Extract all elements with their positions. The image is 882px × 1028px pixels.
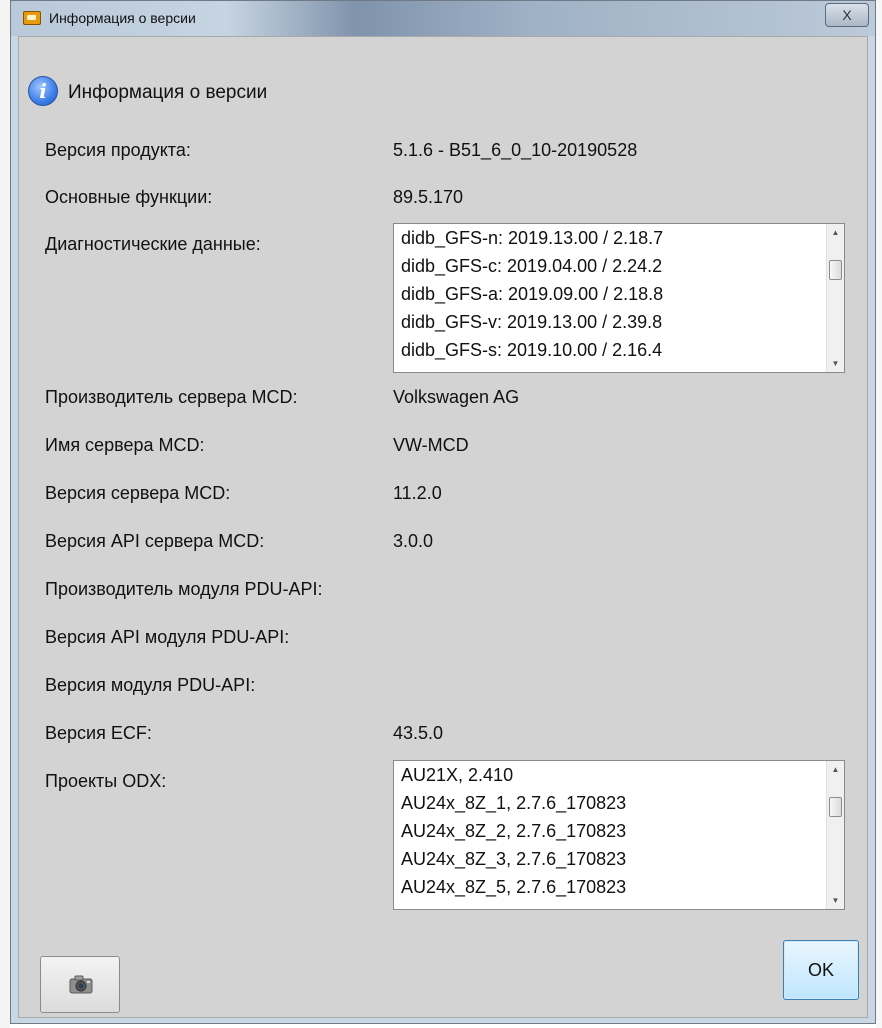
pdu-api-manufacturer-label: Производитель модуля PDU-API:	[45, 579, 323, 599]
mcd-server-manufacturer-label: Производитель сервера MCD:	[45, 387, 298, 407]
core-functions-label: Основные функции:	[45, 187, 213, 207]
odx-projects-label: Проекты ODX:	[45, 771, 167, 791]
diagnostic-data-listbox[interactable]: didb_GFS-n: 2019.13.00 / 2.18.7 didb_GFS…	[393, 223, 845, 373]
mcd-server-version-label: Версия сервера MCD:	[45, 483, 231, 503]
list-item[interactable]: AU21X, 2.410	[394, 761, 826, 789]
product-version-value: 5.1.6 - B51_6_0_10-20190528	[393, 140, 638, 160]
scroll-thumb[interactable]	[829, 797, 842, 817]
mcd-server-manufacturer-value: Volkswagen AG	[393, 387, 520, 407]
screenshot-button[interactable]	[40, 956, 120, 1013]
app-logo-icon	[23, 11, 41, 25]
diagnostic-data-label: Диагностические данные:	[45, 234, 261, 254]
mcd-server-name-label: Имя сервера MCD:	[45, 435, 205, 455]
diagnostic-data-scrollbar[interactable]: ▲ ▼	[826, 224, 844, 372]
camera-icon	[69, 975, 93, 994]
ecf-version-label: Версия ECF:	[45, 723, 152, 743]
list-item[interactable]: AU24x_8Z_2, 2.7.6_170823	[394, 817, 826, 845]
dialog-body: i Информация о версии Версия продукта: 5…	[18, 36, 868, 1018]
ecf-version-value: 43.5.0	[393, 723, 444, 743]
scroll-down-icon[interactable]: ▼	[827, 892, 844, 909]
close-button[interactable]: X	[825, 3, 869, 27]
scroll-down-icon[interactable]: ▼	[827, 355, 844, 372]
list-item[interactable]: AU24x_8Z_5, 2.7.6_170823	[394, 873, 826, 901]
list-item[interactable]: didb_GFS-a: 2019.09.00 / 2.18.8	[394, 280, 826, 308]
mcd-server-api-version-label: Версия API сервера MCD:	[45, 531, 265, 551]
window-title: Информация о версии	[49, 10, 196, 26]
ok-button[interactable]: OK	[783, 940, 859, 1000]
odx-projects-scrollbar[interactable]: ▲ ▼	[826, 761, 844, 909]
background-right	[876, 0, 882, 1028]
mcd-server-api-version-value: 3.0.0	[393, 531, 434, 551]
title-bar[interactable]: Информация о версии X	[11, 1, 875, 36]
list-item[interactable]: AU24x_8Z_1, 2.7.6_170823	[394, 789, 826, 817]
list-item[interactable]: AU24x_8Z_3, 2.7.6_170823	[394, 845, 826, 873]
core-functions-value: 89.5.170	[393, 187, 464, 207]
diagnostic-data-items: didb_GFS-n: 2019.13.00 / 2.18.7 didb_GFS…	[394, 224, 826, 372]
version-info-window: Информация о версии X i Информация о вер…	[10, 0, 876, 1024]
pdu-api-module-version-label: Версия модуля PDU-API:	[45, 675, 256, 695]
list-item[interactable]: didb_GFS-s: 2019.10.00 / 2.16.4	[394, 336, 826, 364]
list-item[interactable]: didb_GFS-c: 2019.04.00 / 2.24.2	[394, 252, 826, 280]
dialog-heading: Информация о версии	[68, 82, 268, 103]
list-item[interactable]: didb_GFS-n: 2019.13.00 / 2.18.7	[394, 224, 826, 252]
odx-projects-listbox[interactable]: AU21X, 2.410 AU24x_8Z_1, 2.7.6_170823 AU…	[393, 760, 845, 910]
mcd-server-version-value: 11.2.0	[393, 483, 442, 503]
scroll-up-icon[interactable]: ▲	[827, 224, 844, 241]
scroll-up-icon[interactable]: ▲	[827, 761, 844, 778]
background-left	[0, 0, 10, 1028]
product-version-label: Версия продукта:	[45, 140, 191, 160]
scroll-thumb[interactable]	[829, 260, 842, 280]
pdu-api-module-api-version-label: Версия API модуля PDU-API:	[45, 627, 290, 647]
mcd-server-name-value: VW-MCD	[393, 435, 469, 455]
odx-projects-items: AU21X, 2.410 AU24x_8Z_1, 2.7.6_170823 AU…	[394, 761, 826, 909]
info-icon: i	[28, 76, 58, 106]
list-item[interactable]: didb_GFS-v: 2019.13.00 / 2.39.8	[394, 308, 826, 336]
